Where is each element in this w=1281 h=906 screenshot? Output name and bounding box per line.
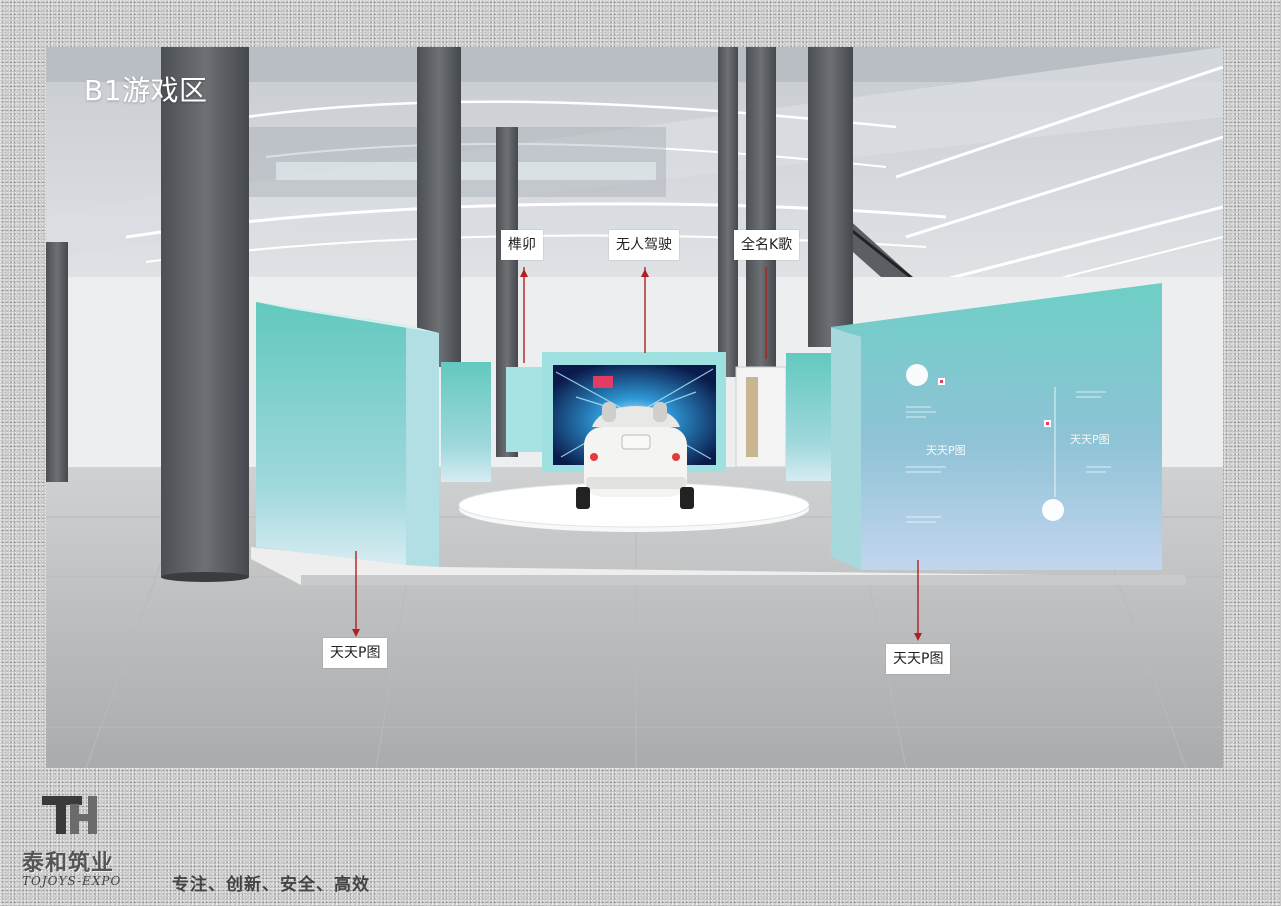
brand-name-en: TOJOYS-EXPO <box>22 874 122 888</box>
panel-title-right: 天天P图 <box>1070 433 1110 446</box>
callout-sunmao: 榫卯 <box>501 230 543 260</box>
render-illustration <box>46 47 1223 768</box>
callout-driverless: 无人驾驶 <box>609 230 679 260</box>
brand-name: 泰和筑业 <box>22 850 115 876</box>
callout-ptu-left: 天天P图 <box>323 638 388 668</box>
exhibition-render: B1游戏区 榫卯 无人驾驶 全名K歌 天天P图 天天P图 天天P图 天天P图 <box>46 47 1223 768</box>
brand-logo-icon <box>42 796 97 834</box>
panel-title-left: 天天P图 <box>926 444 966 457</box>
area-title: B1游戏区 <box>84 74 208 107</box>
brand-slogan: 专注、创新、安全、高效 <box>172 875 370 895</box>
callout-ptu-right: 天天P图 <box>886 644 951 674</box>
callout-karaoke: 全名K歌 <box>734 230 800 260</box>
